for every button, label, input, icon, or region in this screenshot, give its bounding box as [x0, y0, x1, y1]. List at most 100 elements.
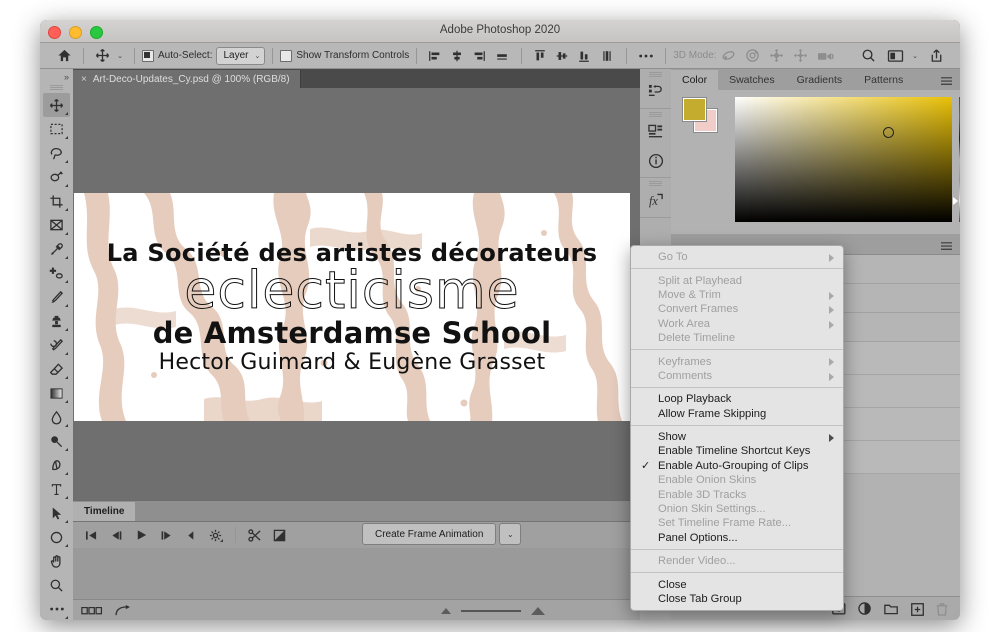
dock-group-grip-3[interactable]	[649, 181, 662, 186]
layer-effects-panel-icon[interactable]: fx	[642, 188, 670, 214]
frames-icon[interactable]	[81, 606, 103, 615]
crop-tool[interactable]	[43, 189, 70, 213]
adjustment-layer-icon[interactable]	[858, 602, 872, 616]
context-menu-item: Go To	[631, 250, 843, 264]
delete-layer-icon[interactable]	[936, 602, 948, 616]
zoom-out-icon[interactable]	[441, 607, 451, 614]
audio-button[interactable]	[179, 524, 204, 546]
dodge-tool[interactable]	[43, 429, 70, 453]
move-tool[interactable]	[43, 93, 70, 117]
context-menu-item[interactable]: Allow Frame Skipping	[631, 407, 843, 421]
context-menu-separator	[631, 268, 843, 270]
context-menu-item: Onion Skin Settings...	[631, 502, 843, 516]
search-icon[interactable]	[854, 45, 882, 67]
pen-tool[interactable]	[43, 453, 70, 477]
move-tool-icon[interactable]	[91, 45, 113, 67]
new-layer-icon[interactable]	[911, 602, 924, 616]
align-top-edges-icon[interactable]	[529, 45, 551, 67]
align-vertical-centers-icon[interactable]	[551, 45, 573, 67]
eyedropper-tool[interactable]	[43, 237, 70, 261]
horizontal-type-tool[interactable]	[43, 477, 70, 501]
tab-timeline[interactable]: Timeline	[73, 502, 136, 521]
dock-group-grip-1[interactable]	[649, 72, 662, 77]
tools-panel-grip[interactable]	[50, 85, 63, 90]
align-right-edges-icon[interactable]	[468, 45, 490, 67]
more-options-button[interactable]	[634, 45, 658, 67]
context-menu-item[interactable]: Close	[631, 577, 843, 591]
blur-tool[interactable]	[43, 405, 70, 429]
auto-select-target-dropdown[interactable]: Layer ⌄	[216, 46, 266, 65]
go-to-first-frame-button[interactable]	[79, 524, 104, 546]
distribute-vertical-icon[interactable]	[595, 45, 619, 67]
distribute-horizontal-icon[interactable]	[490, 45, 514, 67]
timeline-mode-caret-icon[interactable]: ⌄	[499, 523, 522, 545]
color-panel-tabs: Color Swatches Gradients Patterns	[671, 69, 960, 90]
move-tool-options-caret[interactable]: ⌄	[113, 45, 127, 67]
context-menu-item-label: Set Timeline Frame Rate...	[658, 517, 792, 530]
context-menu-item[interactable]: Panel Options...	[631, 531, 843, 545]
hand-tool[interactable]	[43, 549, 70, 573]
info-panel-icon[interactable]	[642, 148, 670, 174]
path-selection-tool[interactable]	[43, 501, 70, 525]
context-menu-item[interactable]: Loop Playback	[631, 392, 843, 406]
zoom-tool[interactable]	[43, 573, 70, 597]
color-panel-swatches[interactable]	[682, 97, 718, 133]
play-button[interactable]	[129, 524, 154, 546]
context-menu-item[interactable]: ✓ Enable Auto-Grouping of Clips	[631, 459, 843, 473]
brush-tool[interactable]	[43, 285, 70, 309]
collapse-tools-button[interactable]: »	[40, 69, 73, 84]
rectangular-marquee-tool[interactable]	[43, 117, 70, 141]
tab-color[interactable]: Color	[671, 70, 719, 90]
context-menu-item: Enable Onion Skins	[631, 473, 843, 487]
close-document-icon[interactable]: ×	[81, 74, 87, 85]
workspace-icon[interactable]	[882, 45, 908, 67]
align-bottom-edges-icon[interactable]	[573, 45, 595, 67]
workspace-caret-icon[interactable]: ⌄	[908, 45, 922, 67]
color-panel-foreground-swatch[interactable]	[682, 97, 707, 122]
frame-tool[interactable]	[43, 213, 70, 237]
hue-slider-marker[interactable]	[953, 197, 958, 205]
auto-select-checkbox[interactable]: Auto-Select:	[142, 49, 212, 62]
zoom-in-icon[interactable]	[531, 606, 545, 615]
transition-button[interactable]	[267, 524, 292, 546]
share-icon[interactable]	[922, 45, 950, 67]
document-tab[interactable]: × Art-Deco-Updates_Cy.psd @ 100% (RGB/8)	[73, 70, 301, 88]
context-menu-item[interactable]: Enable Timeline Shortcut Keys	[631, 444, 843, 458]
dock-group-grip-2[interactable]	[649, 112, 662, 117]
show-transform-controls-checkbox[interactable]: Show Transform Controls	[280, 49, 409, 62]
color-picker-field[interactable]	[735, 97, 952, 222]
align-horizontal-centers-icon[interactable]	[446, 45, 468, 67]
split-at-playhead-button[interactable]	[242, 524, 267, 546]
new-group-icon[interactable]	[884, 603, 899, 615]
lasso-tool[interactable]	[43, 141, 70, 165]
eraser-tool[interactable]	[43, 357, 70, 381]
gradient-tool[interactable]	[43, 381, 70, 405]
create-frame-animation-button[interactable]: Create Frame Animation	[362, 523, 497, 545]
select-previous-frame-button[interactable]	[104, 524, 129, 546]
properties-panel-icon[interactable]	[642, 119, 670, 145]
edit-toolbar-tool[interactable]	[43, 597, 70, 620]
clone-stamp-tool[interactable]	[43, 309, 70, 333]
context-menu-item[interactable]: Close Tab Group	[631, 592, 843, 606]
home-icon[interactable]	[52, 45, 76, 67]
tab-gradients[interactable]: Gradients	[786, 70, 854, 90]
timeline-panel-context-menu[interactable]: Go To Split at Playhead Move & Trim Convert…	[630, 245, 844, 612]
timeline-zoom-slider[interactable]	[441, 606, 545, 615]
zoom-slider-track[interactable]	[461, 609, 521, 612]
tab-swatches[interactable]: Swatches	[718, 70, 786, 90]
spot-healing-brush-tool[interactable]	[43, 261, 70, 285]
ellipse-tool[interactable]	[43, 525, 70, 549]
artboard[interactable]: La Société des artistes décorateurs ecle…	[74, 193, 630, 421]
timeline-settings-button[interactable]	[204, 524, 229, 546]
history-brush-tool[interactable]	[43, 333, 70, 357]
color-picker-marker[interactable]	[883, 127, 894, 138]
context-menu-item-label: Keyframes	[658, 355, 712, 368]
object-selection-tool[interactable]	[43, 165, 70, 189]
align-left-edges-icon[interactable]	[424, 45, 446, 67]
context-menu-item[interactable]: Show	[631, 430, 843, 444]
convert-to-video-timeline-icon[interactable]	[115, 604, 131, 617]
hue-slider[interactable]	[959, 97, 960, 222]
history-panel-icon[interactable]	[642, 79, 670, 105]
tab-patterns[interactable]: Patterns	[853, 70, 914, 90]
select-next-frame-button[interactable]	[154, 524, 179, 546]
